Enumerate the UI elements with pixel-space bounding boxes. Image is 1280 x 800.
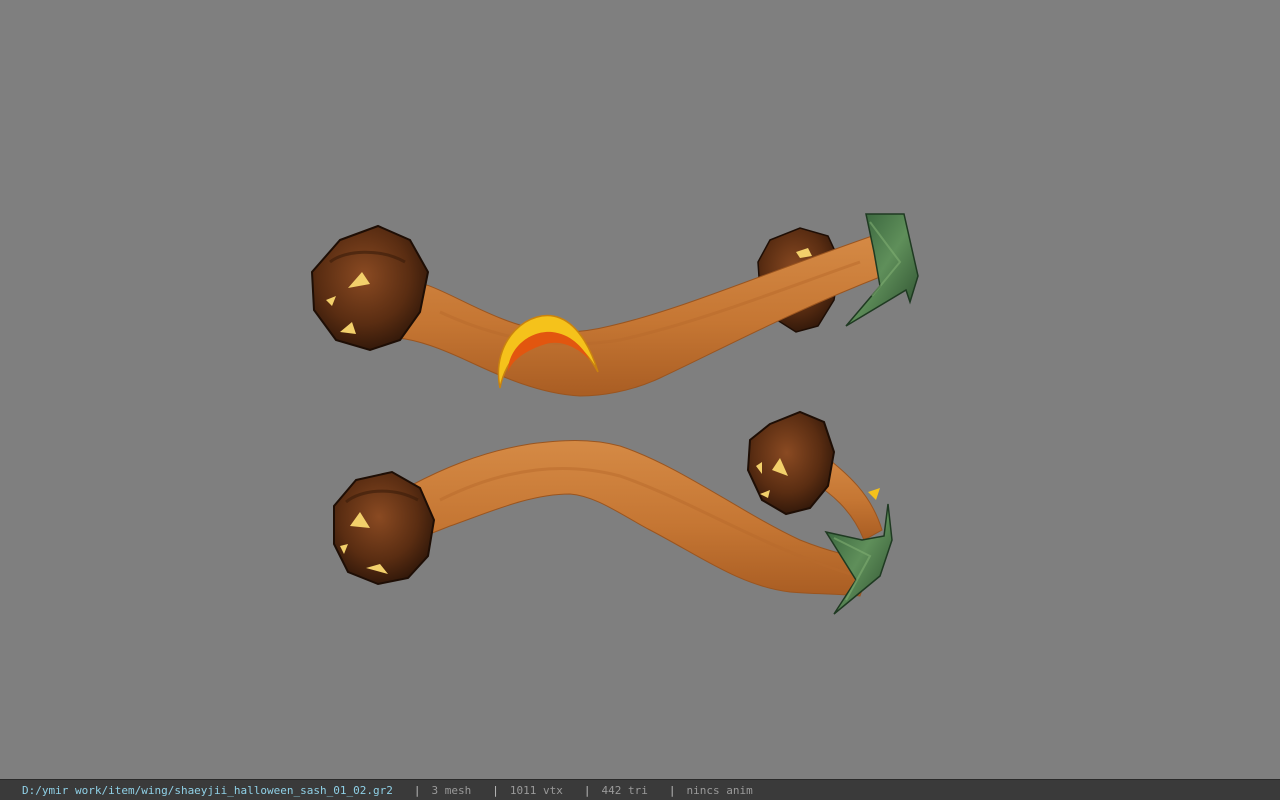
animation-status: nincs anim	[686, 783, 753, 797]
model-render[interactable]	[0, 0, 1280, 779]
mesh-count: 3 mesh	[431, 783, 472, 797]
status-bar: D:/ymir work/item/wing/shaeyjii_hallowee…	[0, 779, 1280, 800]
separator: |	[583, 783, 591, 797]
bottom-sash	[333, 410, 893, 615]
3d-viewport[interactable]	[0, 0, 1280, 779]
triangle-count: 442 tri	[601, 783, 648, 797]
separator: |	[668, 783, 676, 797]
vertex-count: 1011 vtx	[509, 783, 563, 797]
pumpkin-head-bottom-left	[333, 470, 436, 586]
separator: |	[413, 783, 421, 797]
file-path: D:/ymir work/item/wing/shaeyjii_hallowee…	[22, 783, 393, 797]
top-sash	[310, 213, 919, 397]
separator: |	[492, 783, 499, 797]
pumpkin-head-bottom-right	[746, 410, 836, 516]
